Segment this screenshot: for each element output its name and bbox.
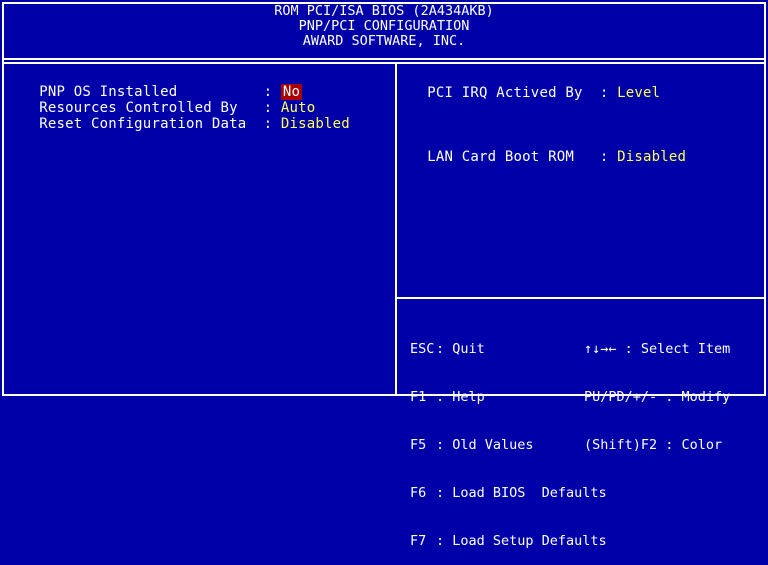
help-desc: : Quit	[436, 341, 485, 357]
setting-value[interactable]: Disabled	[281, 116, 350, 132]
header-divider-top	[2, 58, 766, 60]
vendor-name: AWARD SOFTWARE, INC.	[302, 33, 466, 49]
help-desc: : Old Values	[436, 437, 534, 453]
help-desc: : Load Setup Defaults	[436, 533, 607, 549]
setting-value[interactable]: Level	[617, 85, 660, 101]
help-key: F7	[410, 533, 427, 549]
help-key: F5	[410, 437, 427, 453]
help-key: F1	[410, 389, 427, 405]
help-line-esc: ESC: Quit ↑↓→← : Select Item	[410, 341, 730, 357]
help-key2: ↑↓→← : Select Item	[584, 341, 731, 357]
setting-label: LAN Card Boot ROM :	[427, 149, 618, 165]
setting-pci-irq-actived-by[interactable]: PCI IRQ Actived By : Level	[410, 69, 660, 101]
help-desc: : Help	[436, 389, 485, 405]
setting-label: Reset Configuration Data :	[39, 116, 281, 132]
setting-reset-configuration-data[interactable]: Reset Configuration Data : Disabled	[22, 100, 350, 132]
help-line-f5: F5 : Old Values (Shift)F2 : Color	[410, 437, 730, 453]
panel-divider	[395, 64, 397, 394]
header-divider-bottom	[2, 62, 766, 64]
key-help-panel: ESC: Quit ↑↓→← : Select Item F1 : Help PU/P…	[410, 309, 730, 565]
help-line-f1: F1 : Help PU/PD/+/- : Modify	[410, 389, 730, 405]
bios-title: ROM PCI/ISA BIOS (2A434AKB)	[274, 3, 494, 19]
help-key: F6	[410, 485, 427, 501]
help-key2: PU/PD/+/- : Modify	[584, 389, 731, 405]
help-key: ESC	[410, 341, 435, 357]
setting-value[interactable]: Disabled	[617, 149, 686, 165]
help-desc: : Load BIOS Defaults	[436, 485, 607, 501]
help-line-f6: F6 : Load BIOS Defaults	[410, 485, 730, 501]
help-divider	[397, 297, 766, 299]
bios-header: ROM PCI/ISA BIOS (2A434AKB) PNP/PCI CONF…	[0, 0, 768, 58]
help-key2: (Shift)F2 : Color	[584, 437, 723, 453]
setting-label: PCI IRQ Actived By :	[427, 85, 618, 101]
setting-lan-card-boot-rom[interactable]: LAN Card Boot ROM : Disabled	[410, 133, 686, 165]
page-title: PNP/PCI CONFIGURATION	[298, 18, 470, 34]
help-line-f7: F7 : Load Setup Defaults	[410, 533, 730, 549]
